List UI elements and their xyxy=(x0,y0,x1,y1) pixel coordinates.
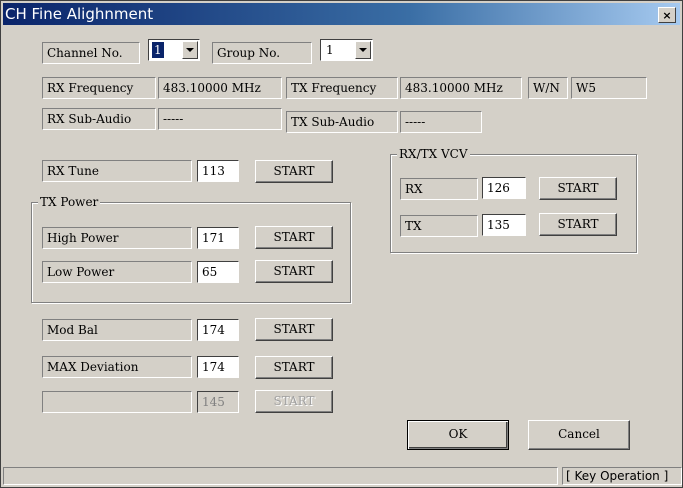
rx-tx-vcv-title: RX/TX VCV xyxy=(397,147,470,161)
rx-frequency-value: 483.10000 MHz xyxy=(158,77,282,99)
group-select[interactable]: 1 xyxy=(320,39,373,61)
chevron-down-icon[interactable] xyxy=(355,41,371,59)
vcv-tx-value[interactable]: 135 xyxy=(482,214,526,236)
tx-power-title: TX Power xyxy=(38,195,101,209)
high-power-label: High Power xyxy=(42,227,192,249)
tx-sub-audio-label: TX Sub-Audio xyxy=(286,111,398,133)
rx-sub-audio-label: RX Sub-Audio xyxy=(42,108,156,130)
low-power-value[interactable]: 65 xyxy=(197,261,239,283)
tx-frequency-label: TX Frequency xyxy=(286,77,398,99)
wn-value: W5 xyxy=(571,77,647,99)
rx-tune-start-button[interactable]: START xyxy=(255,160,333,183)
tx-frequency-value: 483.10000 MHz xyxy=(400,77,522,99)
high-power-start-button[interactable]: START xyxy=(255,226,333,249)
vcv-tx-label: TX xyxy=(400,215,478,237)
max-deviation-value[interactable]: 174 xyxy=(197,356,239,378)
tx-power-group xyxy=(31,202,351,303)
tx-sub-audio-value: ----- xyxy=(400,111,482,133)
vcv-rx-value[interactable]: 126 xyxy=(482,177,526,199)
max-deviation-label: MAX Deviation xyxy=(42,356,192,378)
chevron-down-icon[interactable] xyxy=(182,41,198,59)
rx-tune-value[interactable]: 113 xyxy=(197,160,239,182)
vcv-rx-label: RX xyxy=(400,178,478,200)
mod-bal-label: Mod Bal xyxy=(42,319,192,341)
title-bar[interactable]: CH Fine Alighnment × xyxy=(3,3,680,25)
low-power-start-button[interactable]: START xyxy=(255,260,333,283)
channel-value: 1 xyxy=(152,42,164,58)
channel-label: Channel No. xyxy=(42,42,140,64)
low-power-label: Low Power xyxy=(42,261,192,283)
window-title: CH Fine Alighnment xyxy=(5,5,154,23)
status-bar: [ Key Operation ] xyxy=(3,467,682,487)
close-icon: × xyxy=(662,8,672,22)
max-deviation-start-button[interactable]: START xyxy=(255,356,333,379)
status-main xyxy=(3,467,558,485)
rx-frequency-label: RX Frequency xyxy=(42,77,156,99)
fine-alignment-window: CH Fine Alighnment × Channel No. 1 Group… xyxy=(0,0,683,488)
rx-tx-vcv-group xyxy=(390,154,637,253)
mod-bal-start-button[interactable]: START xyxy=(255,318,333,341)
vcv-rx-start-button[interactable]: START xyxy=(539,177,617,200)
status-key-operation: [ Key Operation ] xyxy=(562,467,682,485)
extra-start-button: START xyxy=(255,390,333,413)
cancel-button[interactable]: Cancel xyxy=(528,420,630,450)
close-button[interactable]: × xyxy=(658,7,676,23)
high-power-value[interactable]: 171 xyxy=(197,227,239,249)
group-value: 1 xyxy=(326,43,334,57)
extra-label xyxy=(42,391,192,413)
ok-button[interactable]: OK xyxy=(407,420,509,450)
group-label: Group No. xyxy=(212,42,312,64)
rx-sub-audio-value: ----- xyxy=(158,108,282,130)
rx-tune-label: RX Tune xyxy=(42,160,192,182)
channel-select[interactable]: 1 xyxy=(148,39,200,61)
extra-value: 145 xyxy=(197,391,239,413)
wn-label: W/N xyxy=(528,77,568,99)
vcv-tx-start-button[interactable]: START xyxy=(539,213,617,236)
mod-bal-value[interactable]: 174 xyxy=(197,319,239,341)
